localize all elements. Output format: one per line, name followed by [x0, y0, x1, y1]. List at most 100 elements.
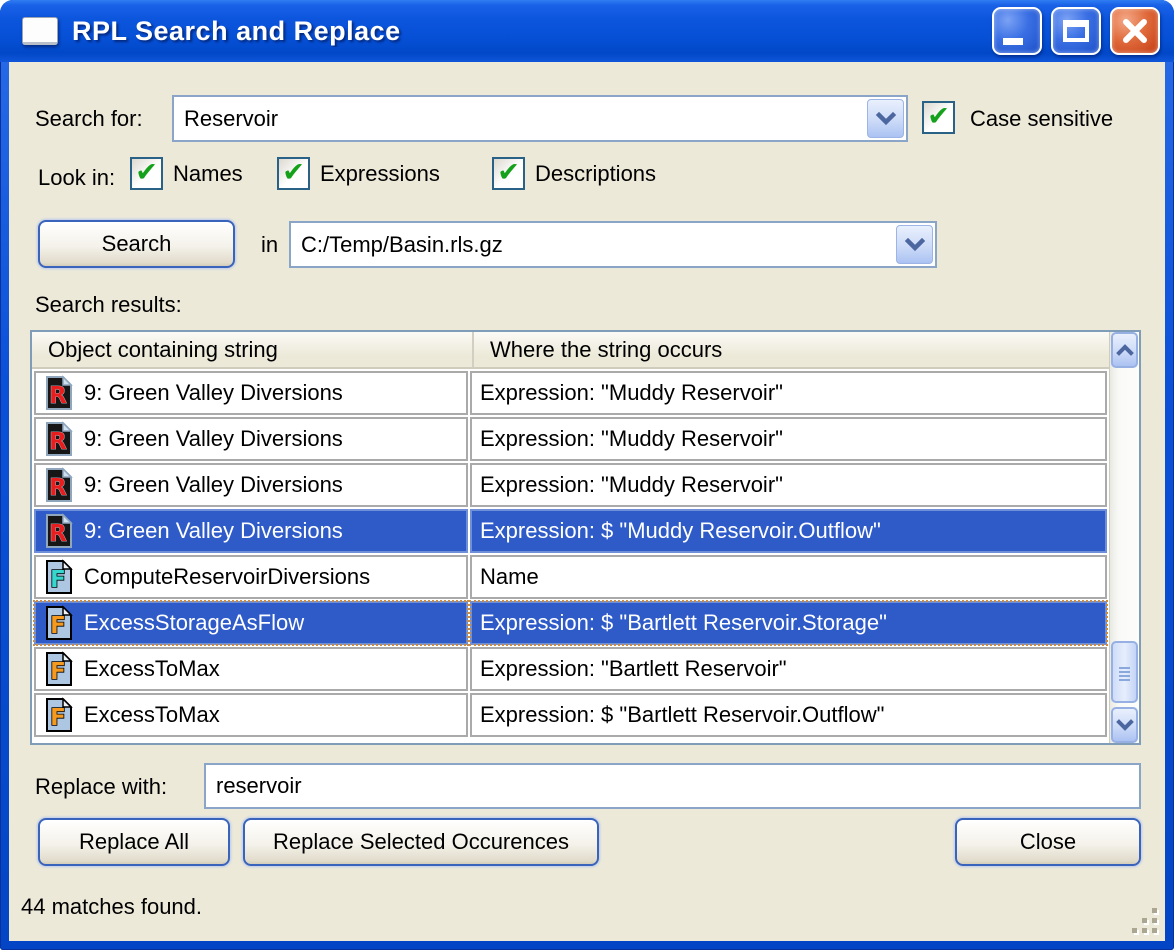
search-results-label: Search results: — [35, 292, 182, 318]
search-for-combobox[interactable]: Reservoir — [172, 95, 908, 142]
look-in-expressions-checkbox[interactable]: ✔ — [277, 157, 310, 190]
cell-object[interactable]: R 9: Green Valley Diversions — [34, 417, 468, 461]
status-text: 44 matches found. — [21, 894, 202, 920]
table-row-selected[interactable]: F ExcessStorageAsFlow Expression: $ "Bar… — [32, 599, 1109, 645]
table-row[interactable]: F ExcessToMax Expression: "Bartlett Rese… — [32, 645, 1109, 691]
svg-text:F: F — [50, 567, 66, 593]
case-sensitive-label: Case sensitive — [970, 106, 1113, 132]
look-in-names-label: Names — [173, 161, 243, 187]
rule-doc-icon: R — [44, 421, 74, 457]
rule-doc-icon: R — [44, 467, 74, 503]
vertical-scrollbar[interactable] — [1109, 332, 1139, 743]
table-row[interactable]: R 9: Green Valley Diversions Expression:… — [32, 415, 1109, 461]
checkmark-icon: ✔ — [135, 159, 158, 186]
file-combobox-value: C:/Temp/Basin.rls.gz — [291, 232, 894, 258]
minimize-button[interactable] — [992, 7, 1042, 55]
close-action-button[interactable]: Close — [955, 818, 1141, 866]
table-row[interactable]: F ComputeReservoirDiversions Name — [32, 553, 1109, 599]
object-text: 9: Green Valley Diversions — [84, 472, 343, 498]
table-body: R 9: Green Valley Diversions Expression:… — [32, 369, 1109, 743]
maximize-icon — [1063, 20, 1089, 42]
where-text: Expression: $ "Bartlett Reservoir.Storag… — [480, 610, 887, 636]
table-row[interactable]: R 9: Green Valley Diversions Expression:… — [32, 461, 1109, 507]
replace-all-button[interactable]: Replace All — [38, 818, 230, 866]
cell-object[interactable]: R 9: Green Valley Diversions — [34, 371, 468, 415]
column-header-where[interactable]: Where the string occurs — [472, 332, 1109, 367]
scroll-up-button[interactable] — [1111, 332, 1138, 368]
table-row[interactable]: R 9: Green Valley Diversions Expression:… — [32, 369, 1109, 415]
rule-doc-icon: R — [44, 513, 74, 549]
look-in-descriptions-label: Descriptions — [535, 161, 656, 187]
minimize-icon — [1003, 38, 1023, 45]
chevron-down-icon — [904, 236, 926, 254]
where-text: Expression: "Muddy Reservoir" — [480, 472, 783, 498]
cell-object[interactable]: F ExcessToMax — [34, 647, 468, 691]
where-text: Expression: $ "Bartlett Reservoir.Outflo… — [480, 702, 884, 728]
file-dropdown-button[interactable] — [896, 225, 933, 264]
dialog-body: Search for: Reservoir ✔ Case sensitive L… — [9, 62, 1165, 941]
app-window-icon[interactable] — [22, 17, 58, 45]
function-doc-icon: F — [44, 651, 74, 687]
where-text: Expression: $ "Muddy Reservoir.Outflow" — [480, 518, 881, 544]
svg-text:R: R — [49, 521, 67, 547]
close-button[interactable] — [1110, 7, 1160, 55]
maximize-button[interactable] — [1051, 7, 1101, 55]
svg-text:R: R — [49, 383, 67, 409]
cell-object[interactable]: F ComputeReservoirDiversions — [34, 555, 468, 599]
chevron-up-icon — [1115, 342, 1135, 358]
column-header-object[interactable]: Object containing string — [32, 332, 472, 367]
rule-doc-icon: R — [44, 375, 74, 411]
scroll-down-button[interactable] — [1111, 707, 1138, 743]
object-text: 9: Green Valley Diversions — [84, 518, 343, 544]
cell-where[interactable]: Expression: $ "Muddy Reservoir.Outflow" — [470, 509, 1107, 553]
search-for-value: Reservoir — [174, 106, 865, 132]
object-text: 9: Green Valley Diversions — [84, 426, 343, 452]
search-for-label: Search for: — [35, 106, 143, 132]
table-row-selected[interactable]: R 9: Green Valley Diversions Expression:… — [32, 507, 1109, 553]
look-in-descriptions-checkbox[interactable]: ✔ — [492, 157, 525, 190]
chevron-down-icon — [1115, 717, 1135, 733]
checkmark-icon: ✔ — [282, 159, 305, 186]
object-text: 9: Green Valley Diversions — [84, 380, 343, 406]
cell-where[interactable]: Expression: "Muddy Reservoir" — [470, 463, 1107, 507]
look-in-label: Look in: — [38, 165, 115, 191]
file-combobox[interactable]: C:/Temp/Basin.rls.gz — [289, 221, 937, 268]
cell-object[interactable]: F ExcessStorageAsFlow — [34, 601, 468, 645]
case-sensitive-checkbox[interactable]: ✔ — [922, 101, 955, 134]
object-text: ExcessStorageAsFlow — [84, 610, 304, 636]
cell-where[interactable]: Expression: "Bartlett Reservoir" — [470, 647, 1107, 691]
cell-object[interactable]: R 9: Green Valley Diversions — [34, 463, 468, 507]
replace-selected-button[interactable]: Replace Selected Occurences — [243, 818, 599, 866]
search-button[interactable]: Search — [38, 220, 235, 268]
checkmark-icon: ✔ — [927, 103, 950, 130]
object-text: ExcessToMax — [84, 656, 220, 682]
svg-text:R: R — [49, 429, 67, 455]
cell-where[interactable]: Expression: "Muddy Reservoir" — [470, 417, 1107, 461]
function-doc-icon: F — [44, 559, 74, 595]
look-in-names-checkbox[interactable]: ✔ — [130, 157, 163, 190]
where-text: Expression: "Muddy Reservoir" — [480, 426, 783, 452]
chevron-down-icon — [875, 110, 897, 128]
table-row[interactable]: F ExcessToMax Expression: $ "Bartlett Re… — [32, 691, 1109, 737]
cell-where[interactable]: Expression: "Muddy Reservoir" — [470, 371, 1107, 415]
close-x-icon — [1119, 15, 1151, 52]
scrollbar-thumb[interactable] — [1111, 641, 1138, 703]
svg-text:F: F — [50, 659, 66, 685]
results-table: Object containing string Where the strin… — [30, 330, 1141, 745]
function-doc-icon: F — [44, 605, 74, 641]
look-in-expressions-label: Expressions — [320, 161, 440, 187]
replace-input[interactable] — [204, 763, 1141, 809]
cell-object[interactable]: R 9: Green Valley Diversions — [34, 509, 468, 553]
search-for-dropdown-button[interactable] — [867, 99, 904, 138]
dialog-window: RPL Search and Replace Search for: Reser… — [0, 0, 1174, 950]
cell-object[interactable]: F ExcessToMax — [34, 693, 468, 737]
svg-text:F: F — [50, 705, 66, 731]
cell-where[interactable]: Name — [470, 555, 1107, 599]
object-text: ComputeReservoirDiversions — [84, 564, 370, 590]
resize-grip-icon[interactable] — [1130, 906, 1160, 936]
checkmark-icon: ✔ — [497, 159, 520, 186]
svg-text:R: R — [49, 475, 67, 501]
cell-where[interactable]: Expression: $ "Bartlett Reservoir.Outflo… — [470, 693, 1107, 737]
cell-where[interactable]: Expression: $ "Bartlett Reservoir.Storag… — [470, 601, 1107, 645]
object-text: ExcessToMax — [84, 702, 220, 728]
